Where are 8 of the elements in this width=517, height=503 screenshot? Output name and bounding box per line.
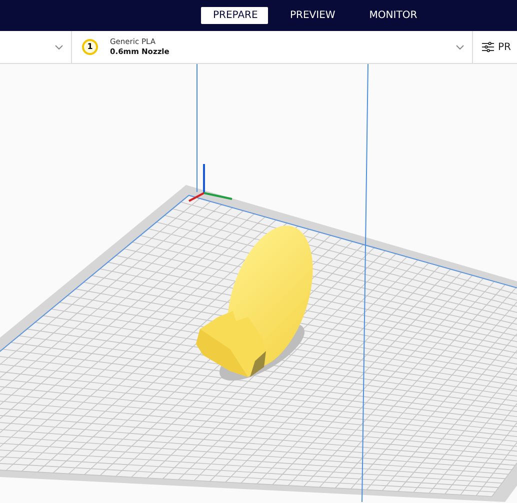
view-tab[interactable]: MONITOR [357,7,430,24]
chevron-down-icon [456,44,464,50]
axis-indicator-drawing [188,164,232,202]
extruder-badge: 1 [82,39,98,55]
chevron-down-icon [55,44,63,50]
view-tab[interactable]: PREVIEW [278,7,348,24]
sliders-icon [482,40,494,54]
view-tab[interactable]: PREPARE [201,7,268,24]
